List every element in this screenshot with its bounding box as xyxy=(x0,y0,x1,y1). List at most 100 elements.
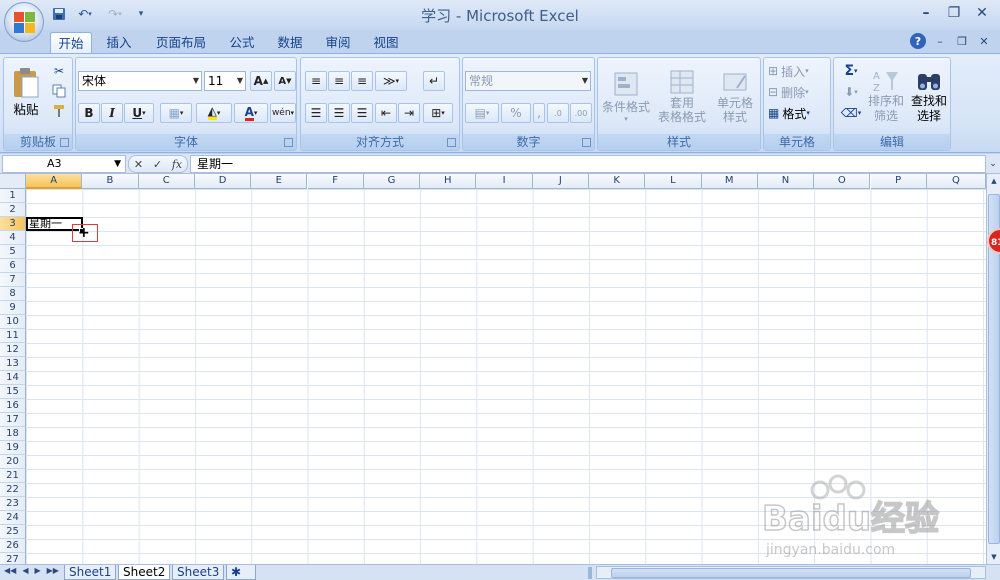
percent-button[interactable]: % xyxy=(501,103,531,123)
row-header-9[interactable]: 9 xyxy=(0,301,26,315)
clear-icon[interactable]: ⌫ ▾ xyxy=(838,104,864,122)
enter-icon[interactable]: ✓ xyxy=(153,158,162,171)
alignment-launcher[interactable] xyxy=(447,138,456,147)
row-header-27[interactable]: 27 xyxy=(0,553,26,564)
formula-input[interactable]: 星期一 xyxy=(190,155,986,173)
horizontal-scroll-thumb[interactable] xyxy=(611,568,971,578)
font-name-combo[interactable]: 宋体 ▼ xyxy=(78,71,202,91)
underline-button[interactable]: U ▾ xyxy=(124,103,154,123)
column-header-e[interactable]: E xyxy=(251,174,308,189)
column-header-k[interactable]: K xyxy=(589,174,646,189)
scroll-up-icon[interactable]: ▲ xyxy=(987,174,1000,188)
column-header-c[interactable]: C xyxy=(138,174,195,189)
find-select-button[interactable]: 查找和 选择 xyxy=(908,60,950,132)
tab-review[interactable]: 审阅 xyxy=(318,32,358,54)
expand-formula-icon[interactable]: ⌄ xyxy=(987,155,999,173)
orientation-icon[interactable]: ≫ ▾ xyxy=(375,71,407,91)
align-top-icon[interactable]: ≡ xyxy=(305,71,327,91)
row-header-20[interactable]: 20 xyxy=(0,455,26,469)
row-header-11[interactable]: 11 xyxy=(0,329,26,343)
number-format-combo[interactable]: 常规 ▼ xyxy=(465,71,591,91)
decrease-indent-icon[interactable]: ⇤ xyxy=(375,103,397,123)
format-as-table-button[interactable]: 套用 表格格式 xyxy=(654,60,710,132)
sheet-tab-1[interactable]: Sheet1 xyxy=(64,565,117,580)
row-header-4[interactable]: 4 xyxy=(0,231,26,245)
column-header-f[interactable]: F xyxy=(307,174,364,189)
conditional-format-button[interactable]: 条件格式 ▾ xyxy=(598,60,654,132)
column-header-g[interactable]: G xyxy=(363,174,421,189)
delete-cells-button[interactable]: ⊟ 删除 ▾ xyxy=(768,83,828,101)
tab-formulas[interactable]: 公式 xyxy=(222,32,262,54)
copy-icon[interactable] xyxy=(50,82,68,100)
insert-function-icon[interactable]: fx xyxy=(172,158,182,171)
column-header-b[interactable]: B xyxy=(82,174,139,189)
row-header-18[interactable]: 18 xyxy=(0,427,26,441)
row-header-24[interactable]: 24 xyxy=(0,511,26,525)
shrink-font-icon[interactable]: A ▼ xyxy=(274,71,296,91)
row-header-19[interactable]: 19 xyxy=(0,441,26,455)
paste-button[interactable]: 粘贴 xyxy=(8,62,44,122)
align-bottom-icon[interactable]: ≡ xyxy=(351,71,373,91)
row-header-2[interactable]: 2 xyxy=(0,203,26,217)
column-header-a[interactable]: A xyxy=(26,174,83,189)
column-header-d[interactable]: D xyxy=(194,174,252,189)
select-all-corner[interactable] xyxy=(0,174,26,189)
office-button[interactable] xyxy=(4,2,44,42)
row-header-10[interactable]: 10 xyxy=(0,315,26,329)
row-header-1[interactable]: 1 xyxy=(0,189,26,203)
fill-icon[interactable]: ⬇ ▾ xyxy=(838,83,864,101)
format-cells-button[interactable]: ▦ 格式 ▾ xyxy=(768,104,828,122)
column-header-i[interactable]: I xyxy=(476,174,533,189)
row-header-26[interactable]: 26 xyxy=(0,539,26,553)
first-sheet-icon[interactable]: ◀◀ xyxy=(4,566,16,575)
column-header-m[interactable]: M xyxy=(701,174,758,189)
row-header-17[interactable]: 17 xyxy=(0,413,26,427)
column-header-l[interactable]: L xyxy=(645,174,702,189)
insert-sheet-icon[interactable]: ✱ xyxy=(226,565,256,580)
align-middle-icon[interactable]: ≡ xyxy=(328,71,350,91)
cancel-icon[interactable]: ✕ xyxy=(134,158,143,171)
align-right-icon[interactable]: ☰ xyxy=(351,103,373,123)
workbook-close-icon[interactable]: ✕ xyxy=(976,33,992,49)
bold-button[interactable]: B xyxy=(78,103,100,123)
number-launcher[interactable] xyxy=(582,138,591,147)
row-header-23[interactable]: 23 xyxy=(0,497,26,511)
tab-data[interactable]: 数据 xyxy=(270,32,310,54)
column-header-n[interactable]: N xyxy=(757,174,815,189)
sort-filter-button[interactable]: AZ 排序和 筛选 xyxy=(864,60,908,132)
tab-home[interactable]: 开始 xyxy=(50,32,92,54)
font-size-combo[interactable]: 11 ▼ xyxy=(204,71,246,91)
font-launcher[interactable] xyxy=(284,138,293,147)
decrease-decimal-icon[interactable]: .00 xyxy=(570,103,592,123)
row-header-7[interactable]: 7 xyxy=(0,273,26,287)
cut-icon[interactable]: ✂ xyxy=(50,62,68,80)
row-header-5[interactable]: 5 xyxy=(0,245,26,259)
currency-icon[interactable]: ▤ ▾ xyxy=(465,103,499,123)
merge-center-icon[interactable]: ⊞ ▾ xyxy=(423,103,453,123)
tab-view[interactable]: 视图 xyxy=(366,32,406,54)
font-color-icon[interactable]: A ▾ xyxy=(234,103,268,123)
row-header-6[interactable]: 6 xyxy=(0,259,26,273)
row-header-3[interactable]: 3 xyxy=(0,217,26,231)
row-header-22[interactable]: 22 xyxy=(0,483,26,497)
tab-insert[interactable]: 插入 xyxy=(98,32,140,54)
wrap-text-icon[interactable]: ↵ xyxy=(423,71,445,91)
close-icon[interactable]: ✕ xyxy=(970,3,994,23)
help-icon[interactable]: ? xyxy=(910,33,926,49)
row-header-8[interactable]: 8 xyxy=(0,287,26,301)
workbook-minimize-icon[interactable]: – xyxy=(932,33,948,49)
italic-button[interactable]: I xyxy=(101,103,123,123)
column-header-j[interactable]: J xyxy=(532,174,589,189)
fill-color-icon[interactable]: ◭ ▾ xyxy=(196,103,232,123)
sheet-tab-3[interactable]: Sheet3 xyxy=(172,565,225,580)
row-header-12[interactable]: 12 xyxy=(0,343,26,357)
row-header-13[interactable]: 13 xyxy=(0,357,26,371)
horizontal-scrollbar[interactable] xyxy=(596,566,986,579)
align-center-icon[interactable]: ☰ xyxy=(328,103,350,123)
comma-style-icon[interactable]: , xyxy=(533,103,545,123)
last-sheet-icon[interactable]: ▶▶ xyxy=(47,566,59,575)
column-header-o[interactable]: O xyxy=(814,174,871,189)
next-sheet-icon[interactable]: ▶ xyxy=(34,566,40,575)
column-header-h[interactable]: H xyxy=(420,174,477,189)
row-header-21[interactable]: 21 xyxy=(0,469,26,483)
